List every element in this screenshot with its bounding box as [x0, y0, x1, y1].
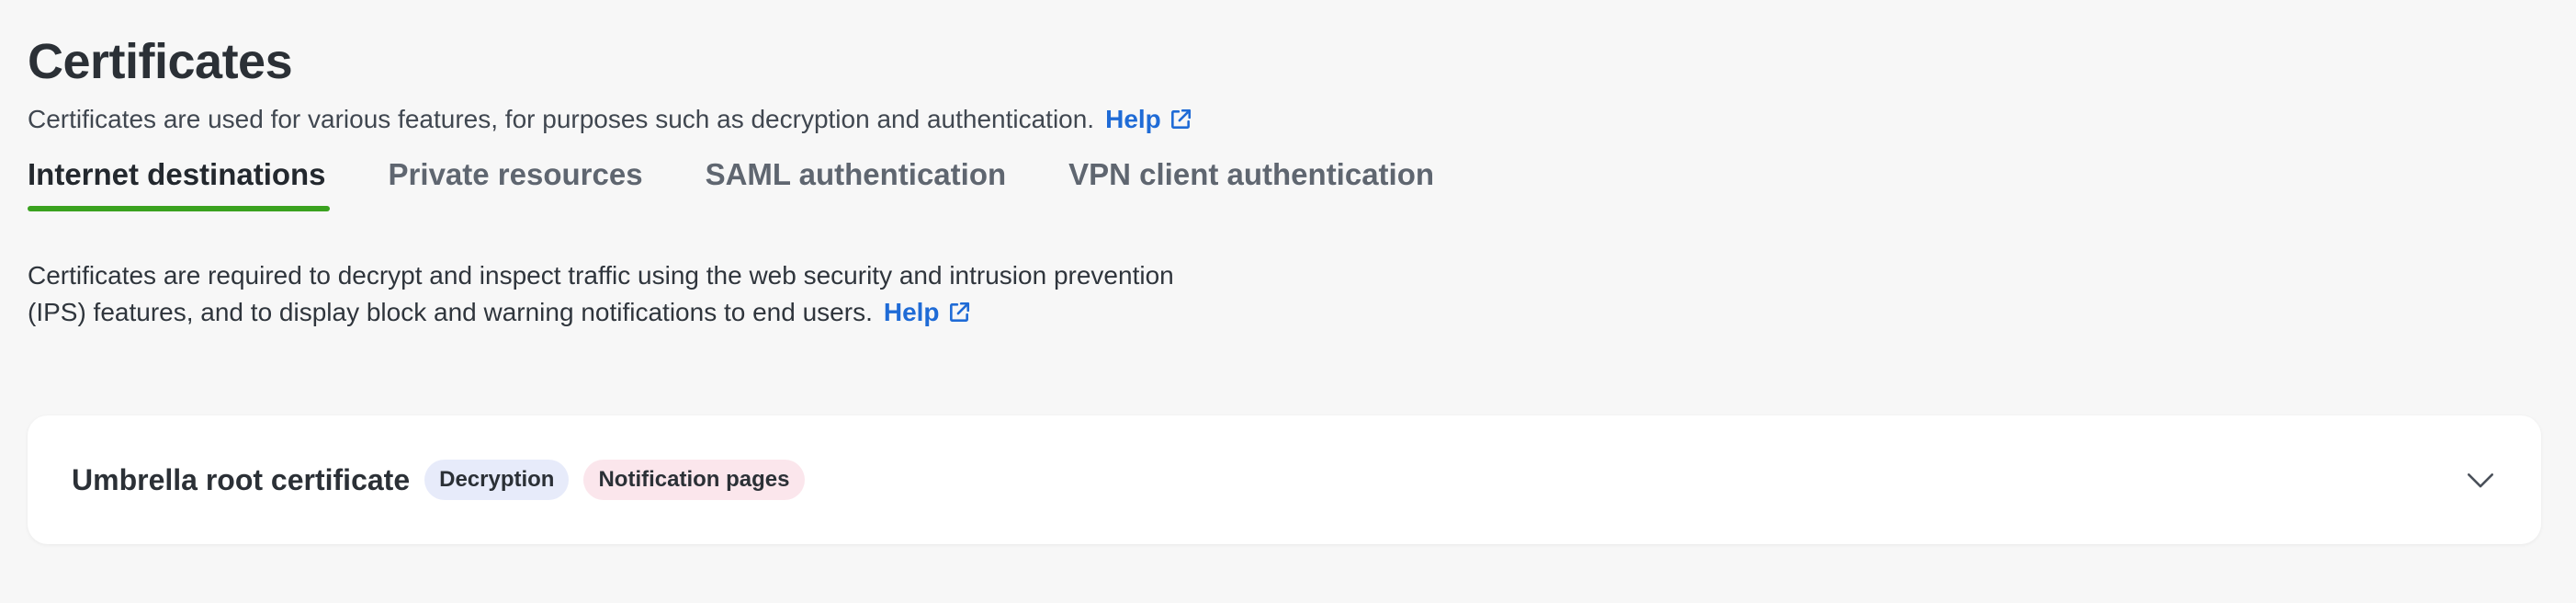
tab-private-resources[interactable]: Private resources	[389, 153, 643, 213]
page-title: Certificates	[28, 34, 293, 89]
decryption-badge: Decryption	[424, 460, 570, 500]
tab-internet-destinations[interactable]: Internet destinations	[28, 153, 330, 213]
tab-vpn-client-authentication[interactable]: VPN client authentication	[1068, 153, 1434, 213]
section-description-line2-row: (IPS) features, and to display block and…	[28, 294, 1369, 331]
chevron-down-icon[interactable]	[2464, 463, 2497, 496]
external-link-icon	[949, 302, 969, 322]
page-description-text: Certificates are used for various featur…	[28, 105, 1095, 133]
section-description-line2: (IPS) features, and to display block and…	[28, 298, 873, 326]
section-description-line1: Certificates are required to decrypt and…	[28, 261, 1174, 290]
tab-bar: Internet destinations Private resources …	[28, 153, 1497, 213]
section-description: Certificates are required to decrypt and…	[28, 257, 1369, 331]
umbrella-root-certificate-card[interactable]: Umbrella root certificate Decryption Not…	[28, 415, 2541, 544]
card-title: Umbrella root certificate	[72, 462, 411, 496]
section-help-label: Help	[883, 298, 940, 326]
page-help-label: Help	[1105, 105, 1161, 133]
page-help-link[interactable]: Help	[1105, 103, 1192, 136]
section-help-link[interactable]: Help	[884, 294, 971, 331]
external-link-icon	[1170, 108, 1191, 129]
notification-pages-badge: Notification pages	[583, 460, 805, 500]
tab-saml-authentication[interactable]: SAML authentication	[706, 153, 1007, 213]
page-description: Certificates are used for various featur…	[28, 103, 1192, 136]
